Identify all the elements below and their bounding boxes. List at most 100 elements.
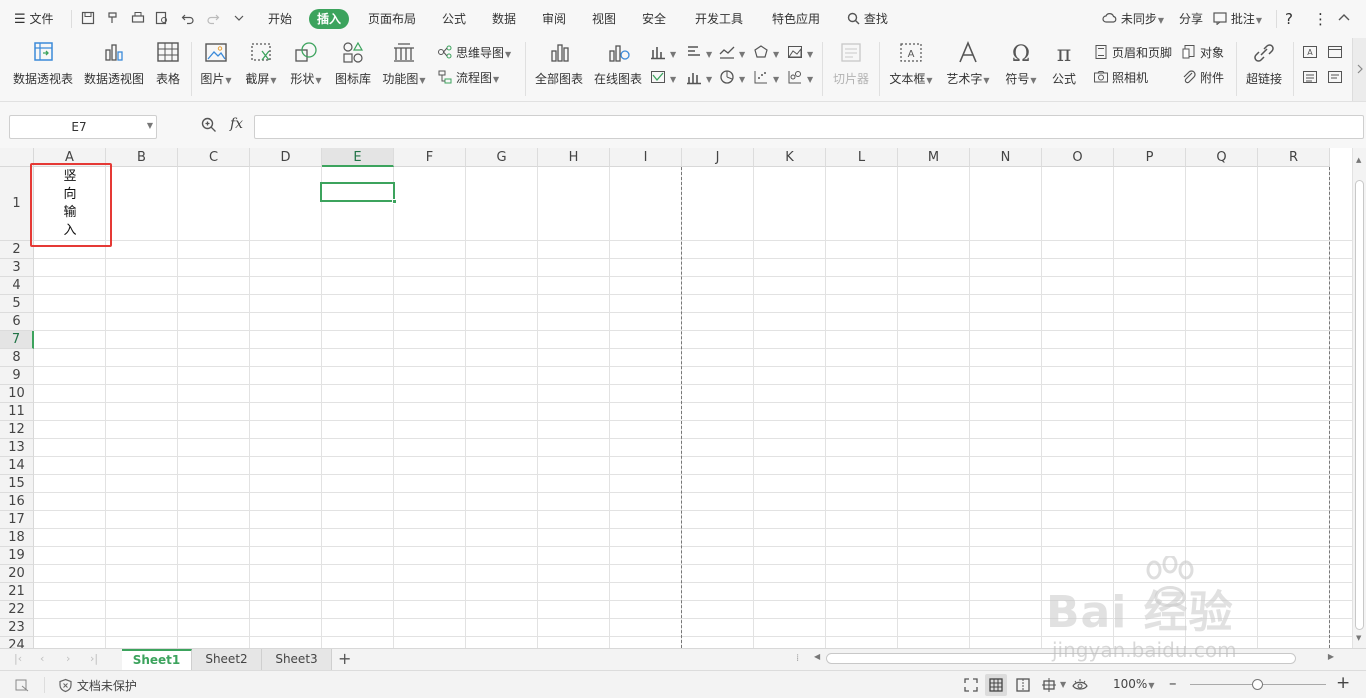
column-header-i[interactable]: I: [610, 148, 682, 167]
collapse-ribbon-icon[interactable]: [1337, 11, 1351, 25]
scroll-left-icon[interactable]: ◀: [814, 652, 820, 661]
tab-home[interactable]: 开始: [268, 9, 292, 29]
next-sheet-icon[interactable]: ›: [66, 652, 70, 665]
customize-toolbar-icon[interactable]: [232, 11, 246, 25]
more-icon[interactable]: ⋮: [1313, 9, 1328, 29]
spreadsheet-grid[interactable]: ABCDEFGHIJKLMNOPQR 1 2 3 4 5 6 7 8 9 10 11 12 13 14 15…: [0, 148, 1366, 648]
stock-chart-button[interactable]: ▼: [650, 69, 676, 87]
column-header-c[interactable]: C: [178, 148, 250, 167]
all-charts-button[interactable]: 全部图表: [533, 40, 585, 90]
select-all-corner[interactable]: [0, 148, 34, 167]
macro-record-icon[interactable]: [14, 677, 30, 693]
save-icon[interactable]: [81, 11, 95, 25]
screenshot-button[interactable]: 截屏▼: [243, 40, 279, 90]
chevron-down-icon[interactable]: ▼: [1060, 680, 1066, 689]
tab-security[interactable]: 安全: [642, 9, 666, 29]
other-chart-button[interactable]: ▼: [787, 69, 813, 87]
page-break-view-icon[interactable]: [1015, 677, 1031, 693]
redo-icon[interactable]: [206, 11, 220, 25]
row-header-18[interactable]: 18: [0, 529, 34, 547]
pivot-chart-button[interactable]: 数据透视图: [83, 40, 145, 90]
bar-chart-button[interactable]: ▼: [686, 44, 712, 62]
row-header-16[interactable]: 16: [0, 493, 34, 511]
column-header-q[interactable]: Q: [1186, 148, 1258, 167]
fx-button[interactable]: fx: [230, 116, 243, 132]
fill-handle[interactable]: [392, 199, 397, 204]
text-align-icon[interactable]: [1302, 69, 1321, 87]
vertical-scroll-thumb[interactable]: [1355, 180, 1364, 630]
comment-button[interactable]: 批注▼: [1213, 9, 1262, 29]
list-icon[interactable]: [1327, 69, 1346, 87]
area-chart-button[interactable]: ▼: [787, 44, 813, 62]
row-header-6[interactable]: 6: [0, 313, 34, 331]
split-handle-icon[interactable]: ⁞: [796, 653, 799, 664]
sync-button[interactable]: 未同步▼: [1102, 9, 1164, 29]
sheet-tab-2[interactable]: Sheet2: [192, 649, 262, 670]
pivot-table-button[interactable]: 数据透视表: [10, 40, 76, 90]
scroll-right-icon[interactable]: ▶: [1328, 652, 1334, 661]
tab-review[interactable]: 审阅: [542, 9, 566, 29]
add-sheet-button[interactable]: +: [338, 649, 351, 669]
tab-special[interactable]: 特色应用: [772, 9, 820, 29]
column-header-k[interactable]: K: [754, 148, 826, 167]
window-icon[interactable]: [1327, 44, 1346, 62]
row-header-15[interactable]: 15: [0, 475, 34, 493]
formula-button[interactable]: π 公式: [1048, 40, 1080, 90]
row-header-22[interactable]: 22: [0, 601, 34, 619]
row-header-23[interactable]: 23: [0, 619, 34, 637]
column-header-d[interactable]: D: [250, 148, 322, 167]
row-header-9[interactable]: 9: [0, 367, 34, 385]
sheet-tab-3[interactable]: Sheet3: [262, 649, 332, 670]
help-button[interactable]: ?: [1285, 9, 1293, 29]
zoom-in-button[interactable]: +: [1336, 673, 1350, 693]
textbox-button[interactable]: A 文本框▼: [888, 40, 934, 90]
header-footer-button[interactable]: 页眉和页脚: [1093, 44, 1172, 62]
column-header-r[interactable]: R: [1258, 148, 1330, 167]
online-charts-button[interactable]: 在线图表: [592, 40, 644, 90]
eye-protection-icon[interactable]: [1072, 677, 1088, 693]
fullscreen-icon[interactable]: [963, 677, 979, 693]
share-button[interactable]: 分享: [1179, 9, 1203, 29]
row-header-17[interactable]: 17: [0, 511, 34, 529]
picture-button[interactable]: 图片▼: [198, 40, 234, 90]
wordart-button[interactable]: 艺术字▼: [944, 40, 992, 90]
row-header-14[interactable]: 14: [0, 457, 34, 475]
table-button[interactable]: 表格: [152, 40, 184, 90]
search-button[interactable]: 查找: [847, 9, 888, 29]
column-header-b[interactable]: B: [106, 148, 178, 167]
zoom-level-dropdown[interactable]: 100%▼: [1113, 677, 1154, 691]
row-header-4[interactable]: 4: [0, 277, 34, 295]
tab-formulas[interactable]: 公式: [442, 9, 466, 29]
row-header-24[interactable]: 24: [0, 637, 34, 648]
chevron-down-icon[interactable]: ▼: [147, 121, 153, 130]
scatter-chart-button[interactable]: ▼: [753, 69, 779, 87]
row-header-13[interactable]: 13: [0, 439, 34, 457]
attachment-button[interactable]: 附件: [1181, 69, 1224, 87]
undo-icon[interactable]: [181, 11, 195, 25]
tab-developer[interactable]: 开发工具: [695, 9, 743, 29]
ribbon-scroll-right-icon[interactable]: [1352, 38, 1366, 101]
row-header-21[interactable]: 21: [0, 583, 34, 601]
icon-library-button[interactable]: 图标库: [333, 40, 373, 90]
combo-chart-button[interactable]: ▼: [686, 69, 712, 87]
scroll-up-icon[interactable]: ▲: [1356, 156, 1361, 164]
tab-page-layout[interactable]: 页面布局: [368, 9, 416, 29]
row-header-10[interactable]: 10: [0, 385, 34, 403]
vertical-scrollbar[interactable]: ▲ ▼: [1352, 148, 1366, 648]
active-cell-e7[interactable]: [320, 182, 395, 202]
tab-data[interactable]: 数据: [492, 9, 516, 29]
radar-chart-button[interactable]: ▼: [753, 44, 779, 62]
column-header-o[interactable]: O: [1042, 148, 1114, 167]
symbol-button[interactable]: Ω 符号▼: [1003, 40, 1039, 90]
column-header-m[interactable]: M: [898, 148, 970, 167]
first-sheet-icon[interactable]: |‹: [14, 652, 22, 665]
zoom-in-icon[interactable]: [201, 117, 217, 136]
format-painter-icon[interactable]: [106, 11, 120, 25]
column-header-h[interactable]: H: [538, 148, 610, 167]
last-sheet-icon[interactable]: ›|: [90, 652, 98, 665]
function-chart-button[interactable]: 功能图▼: [380, 40, 428, 90]
formula-input[interactable]: [254, 115, 1364, 139]
tab-view[interactable]: 视图: [592, 9, 616, 29]
column-header-f[interactable]: F: [394, 148, 466, 167]
object-button[interactable]: 对象: [1181, 44, 1224, 62]
